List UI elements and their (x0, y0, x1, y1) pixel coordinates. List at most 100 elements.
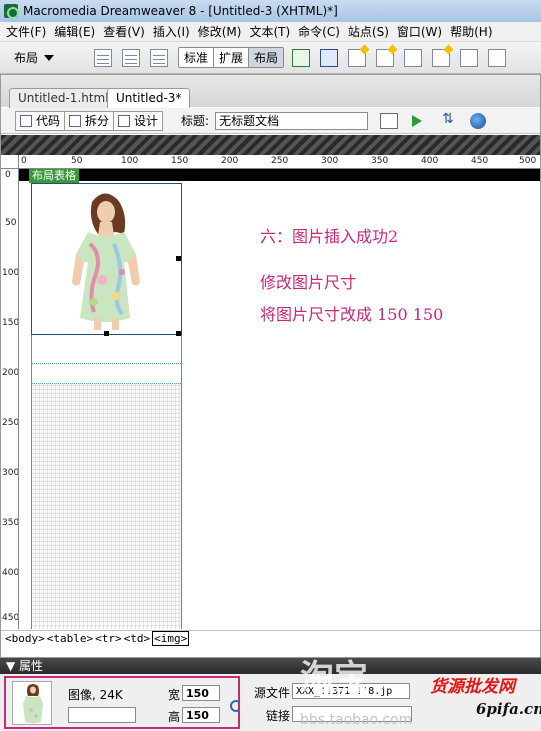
menu-commands[interactable]: 命令(C) (296, 23, 346, 40)
ruler-tick: 100 (2, 268, 19, 278)
ruler-tick: 200 (221, 156, 239, 166)
tag-td[interactable]: <td> (124, 632, 151, 645)
ruler-origin[interactable] (1, 155, 19, 169)
horizontal-ruler: 0 50 100 150 200 250 300 350 400 450 500 (19, 155, 540, 169)
layout-mode-banner (1, 135, 540, 155)
frame-icon[interactable] (150, 48, 169, 67)
design-icon (118, 114, 131, 127)
layout-table-band (19, 169, 540, 181)
menu-help[interactable]: 帮助(H) (448, 23, 498, 40)
ruler-tick: 300 (321, 156, 339, 166)
ruler-tick: 150 (2, 318, 19, 328)
tag-selector: <body> <table> <tr> <td> <img> (1, 630, 540, 646)
empty-layout-area[interactable] (32, 383, 181, 629)
code-view-button[interactable]: 代码 (15, 110, 66, 131)
code-icon (20, 114, 32, 127)
ruler-tick: 250 (2, 418, 19, 428)
mode-layout-button[interactable]: 布局 (249, 48, 284, 67)
menu-modify[interactable]: 修改(M) (196, 23, 248, 40)
ruler-tick: 200 (2, 368, 19, 378)
layout-table-icon[interactable] (292, 48, 311, 67)
watermark-huoyuan: 货源批发网 (430, 677, 515, 697)
title-input[interactable] (215, 111, 369, 130)
menu-bar: 文件(F) 编辑(E) 查看(V) 插入(I) 修改(M) 文本(T) 命令(C… (0, 22, 541, 42)
tabular-data-icon[interactable] (488, 48, 507, 67)
menu-view[interactable]: 查看(V) (101, 23, 151, 40)
document-tabs: Untitled-1.html Untitled-3* (1, 75, 540, 108)
title-label: 标题: (181, 114, 210, 128)
menu-site[interactable]: 站点(S) (346, 23, 395, 40)
ruler-tick: 0 (5, 170, 11, 180)
draw-layout-cell-icon[interactable] (376, 48, 395, 67)
design-view-label: 设计 (134, 114, 159, 128)
file-management-icon[interactable] (440, 111, 458, 129)
vertical-ruler: 0 50 100 150 200 250 300 350 400 450 (1, 169, 19, 629)
draw-layout-table-icon[interactable] (348, 48, 367, 67)
ruler-tick: 50 (71, 156, 83, 166)
layout-table-tab[interactable]: 布局表格 (29, 169, 79, 183)
link-label: 链接 (266, 709, 291, 723)
code-view-label: 代码 (36, 114, 61, 128)
ruler-tick: 500 (519, 156, 537, 166)
document-window: Untitled-1.html Untitled-3* 代码 拆分 设计 标题:… (0, 74, 541, 658)
layer-icon[interactable] (122, 48, 141, 67)
document-toolbar: 代码 拆分 设计 标题: (1, 108, 540, 134)
ruler-tick: 400 (421, 156, 439, 166)
width-label: 宽 (168, 688, 181, 702)
insert-category-select[interactable]: 布局 (14, 49, 38, 66)
image-type-size: 图像, 24K (68, 688, 123, 702)
ruler-tick: 100 (121, 156, 139, 166)
title-bar: Macromedia Dreamweaver 8 - [Untitled-3 (… (0, 0, 541, 22)
browser-check-icon[interactable] (380, 112, 399, 129)
resize-handle-bottom[interactable] (104, 331, 109, 336)
model-photo (32, 184, 181, 334)
tag-body[interactable]: <body> (5, 632, 45, 645)
height-label: 高 (168, 710, 181, 724)
resize-handle-corner[interactable] (176, 331, 181, 336)
menu-edit[interactable]: 编辑(E) (52, 23, 101, 40)
image-thumbnail (12, 681, 52, 725)
image-name-input[interactable] (68, 707, 136, 723)
tab-untitled-3[interactable]: Untitled-3* (107, 88, 191, 108)
menu-file[interactable]: 文件(F) (4, 23, 52, 40)
mode-standard-button[interactable]: 标准 (179, 48, 215, 67)
menu-window[interactable]: 窗口(W) (395, 23, 448, 40)
ruler-tick: 350 (2, 518, 19, 528)
split-view-button[interactable]: 拆分 (65, 110, 115, 131)
view-mode-group: 标准 扩展 布局 (178, 47, 285, 68)
layout-cell-icon[interactable] (320, 48, 339, 67)
insert-row-icon[interactable] (404, 48, 423, 67)
width-input[interactable] (182, 685, 220, 701)
insert-toolbar: 布局 标准 扩展 布局 (0, 42, 541, 74)
thumbnail-photo (13, 682, 51, 724)
design-view-button[interactable]: 设计 (114, 110, 164, 131)
table-icon[interactable] (94, 48, 113, 67)
tag-img[interactable]: <img> (152, 631, 190, 646)
frames-icon[interactable] (460, 48, 479, 67)
canvas-text-resize: 修改图片尺寸 (260, 273, 357, 292)
reset-size-icon[interactable] (230, 700, 242, 712)
window-title: Macromedia Dreamweaver 8 - [Untitled-3 (… (23, 4, 338, 18)
ruler-tick: 300 (2, 468, 19, 478)
height-input[interactable] (182, 707, 220, 723)
resize-handle-right[interactable] (176, 256, 181, 261)
dreamweaver-app-icon (4, 4, 19, 19)
menu-insert[interactable]: 插入(I) (151, 23, 196, 40)
ruler-tick: 50 (5, 218, 17, 228)
mode-expanded-button[interactable]: 扩展 (214, 48, 250, 67)
ruler-tick: 450 (471, 156, 489, 166)
chevron-down-icon[interactable] (44, 54, 55, 61)
design-canvas[interactable]: 六：图片插入成功2 修改图片尺寸 将图片尺寸改成 150 150 (20, 183, 540, 629)
ruler-tick: 0 (21, 156, 27, 166)
menu-text[interactable]: 文本(T) (247, 23, 296, 40)
insert-column-icon[interactable] (432, 48, 451, 67)
preview-in-browser-icon[interactable] (410, 113, 428, 129)
image-properties-box: 图像, 24K 宽 高 (4, 676, 242, 729)
tag-table[interactable]: <table> (47, 632, 93, 645)
split-view-label: 拆分 (85, 114, 110, 128)
ruler-tick: 250 (271, 156, 289, 166)
globe-icon[interactable] (470, 112, 487, 129)
tab-untitled-1[interactable]: Untitled-1.html (9, 88, 118, 108)
selected-image[interactable] (31, 183, 182, 335)
tag-tr[interactable]: <tr> (95, 632, 122, 645)
